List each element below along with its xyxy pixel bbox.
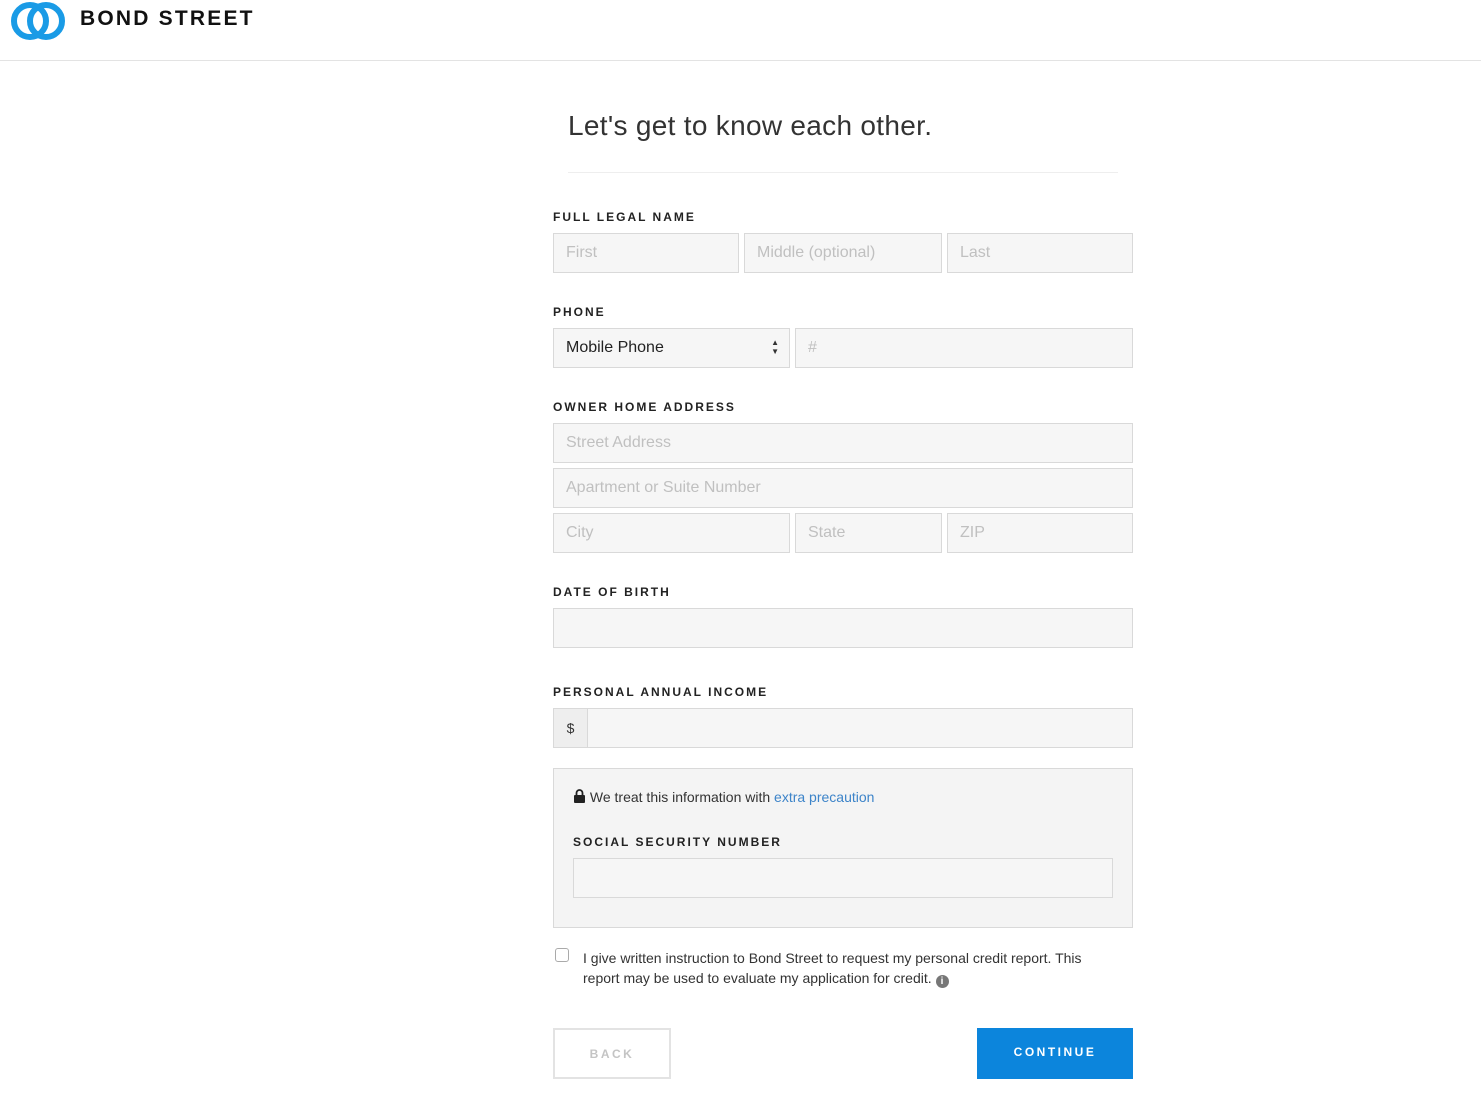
back-button[interactable]: BACK (553, 1028, 671, 1079)
middle-name-input[interactable] (744, 233, 942, 273)
full-name-label: FULL LEGAL NAME (553, 210, 696, 224)
dob-input[interactable] (553, 608, 1133, 648)
street-address-input[interactable] (553, 423, 1133, 463)
apartment-input[interactable] (553, 468, 1133, 508)
extra-precaution-link[interactable]: extra precaution (774, 789, 874, 805)
state-input[interactable] (795, 513, 942, 553)
consent-checkbox[interactable] (555, 948, 569, 962)
security-note-text: We treat this information with (589, 789, 775, 805)
divider (568, 172, 1118, 173)
continue-button[interactable]: CONTINUE (977, 1028, 1133, 1079)
select-arrows-icon: ▲ ▼ (771, 338, 779, 356)
city-input[interactable] (553, 513, 790, 553)
security-note: We treat this information with extra pre… (573, 789, 874, 805)
ssn-input[interactable] (573, 858, 1113, 898)
brand-name: BOND STREET (80, 7, 255, 30)
site-header: BOND STREET (0, 0, 1481, 61)
phone-type-value: Mobile Phone (566, 339, 664, 356)
phone-type-select[interactable]: Mobile Phone ▲ ▼ (553, 328, 790, 368)
bond-street-logo-icon[interactable] (9, 1, 67, 41)
zip-input[interactable] (947, 513, 1133, 553)
currency-prefix: $ (553, 708, 588, 748)
address-label: OWNER HOME ADDRESS (553, 400, 736, 414)
consent-label: I give written instruction to Bond Stree… (583, 950, 1082, 986)
phone-label: PHONE (553, 305, 606, 319)
dob-label: DATE OF BIRTH (553, 585, 671, 599)
phone-number-input[interactable] (795, 328, 1133, 368)
ssn-label: SOCIAL SECURITY NUMBER (573, 835, 782, 849)
lock-icon (574, 789, 585, 803)
income-label: PERSONAL ANNUAL INCOME (553, 685, 769, 699)
last-name-input[interactable] (947, 233, 1133, 273)
consent-text: I give written instruction to Bond Stree… (583, 948, 1093, 988)
first-name-input[interactable] (553, 233, 739, 273)
info-icon[interactable]: i (935, 975, 949, 988)
income-input[interactable] (587, 708, 1133, 748)
page-title: Let's get to know each other. (568, 110, 933, 141)
